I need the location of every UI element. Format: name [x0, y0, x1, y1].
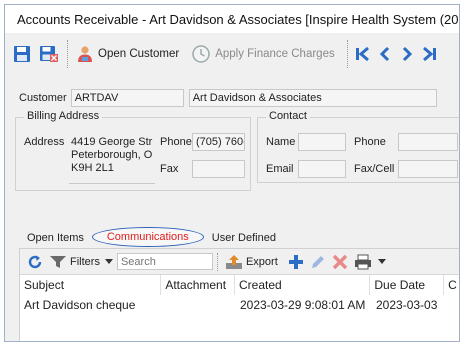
filter-icon: [50, 255, 66, 268]
search-input[interactable]: [116, 253, 213, 270]
address-line-2: Peterborough, O: [71, 149, 153, 161]
printer-icon: [354, 254, 371, 269]
tab-open-items[interactable]: Open Items: [19, 228, 92, 247]
customer-code-field[interactable]: ARTDAV: [70, 89, 184, 107]
chevron-left-icon: [379, 46, 389, 62]
refresh-icon: [28, 255, 42, 268]
contact-email-label: Email: [266, 163, 294, 175]
communications-grid: Subject Attachment Created Due Date C Ar…: [20, 275, 459, 315]
cell-attachment: [162, 295, 236, 315]
export-icon: [225, 254, 242, 269]
save-icon: [14, 46, 30, 62]
grid-header-row: Subject Attachment Created Due Date C: [20, 275, 459, 295]
previous-record-button[interactable]: [374, 40, 396, 68]
contact-faxcell-field[interactable]: [398, 160, 458, 178]
main-toolbar: Open Customer Apply Finance Charges: [5, 33, 459, 75]
phone-label: Phone: [160, 136, 192, 148]
customer-label: Customer: [19, 92, 67, 104]
delete-button[interactable]: [329, 251, 351, 273]
fax-field[interactable]: [192, 160, 245, 178]
window-title: Accounts Receivable - Art Davidson & Ass…: [17, 11, 460, 27]
open-customer-button[interactable]: Open Customer: [72, 40, 183, 68]
table-row[interactable]: Art Davidson cheque 2023-03-29 9:08:01 A…: [20, 295, 459, 315]
contact-faxcell-label: Fax/Cell: [354, 163, 395, 175]
customer-row: Customer ARTDAV Art Davidson & Associate…: [19, 89, 437, 107]
open-customer-label: Open Customer: [98, 48, 180, 60]
column-header-c[interactable]: C: [444, 275, 459, 295]
tab-strip: Open Items Communications User Defined: [19, 225, 284, 247]
next-record-button[interactable]: [396, 40, 418, 68]
contact-phone-label: Phone: [354, 136, 386, 148]
filters-button[interactable]: Filters: [46, 251, 103, 273]
cell-created: 2023-03-29 9:08:01 AM: [240, 298, 366, 312]
column-header-subject[interactable]: Subject: [20, 275, 162, 295]
save-close-button[interactable]: [35, 40, 63, 68]
address-field[interactable]: 4419 George Str Peterborough, O K9H 2L1: [69, 134, 155, 184]
filters-label: Filters: [70, 255, 100, 268]
toolbar-separator: [216, 252, 218, 271]
contact-name-field[interactable]: [298, 133, 346, 151]
tab-user-defined[interactable]: User Defined: [204, 228, 284, 247]
chevron-down-icon[interactable]: [104, 258, 113, 265]
add-button[interactable]: [285, 251, 307, 273]
contact-group: Contact Name Phone Email Fax/Cell: [257, 110, 459, 183]
phone-field[interactable]: (705) 760-: [192, 133, 245, 151]
column-header-attachment[interactable]: Attachment: [161, 275, 236, 295]
contact-title: Contact: [266, 110, 310, 122]
app-window: Accounts Receivable - Art Davidson & Ass…: [4, 4, 460, 342]
panel-toolbar: Filters Export: [20, 249, 459, 275]
export-button[interactable]: Export: [222, 251, 281, 273]
toolbar-separator: [67, 40, 68, 68]
save-button[interactable]: [9, 40, 35, 68]
apply-finance-charges-label: Apply Finance Charges: [215, 48, 335, 60]
chevron-right-icon: [402, 46, 412, 62]
last-record-button[interactable]: [418, 40, 440, 68]
plus-icon: [288, 254, 303, 269]
contact-email-field[interactable]: [298, 160, 346, 178]
contact-phone-field[interactable]: [398, 133, 458, 151]
customer-icon: [78, 46, 92, 62]
address-label: Address: [24, 136, 65, 148]
cell-due-date: 2023-03-03: [376, 298, 438, 312]
billing-address-title: Billing Address: [24, 110, 103, 122]
fax-label: Fax: [160, 163, 179, 175]
print-button[interactable]: [351, 251, 377, 273]
column-header-due-date[interactable]: Due Date: [370, 275, 445, 295]
edit-button[interactable]: [307, 251, 329, 273]
contact-name-label: Name: [266, 136, 296, 148]
export-label: Export: [245, 255, 278, 268]
first-record-button[interactable]: [352, 40, 374, 68]
cell-subject: Art Davidson cheque: [24, 298, 136, 312]
address-line-1: 4419 George Str: [71, 136, 153, 148]
customer-name-field[interactable]: Art Davidson & Associates: [188, 89, 437, 107]
address-line-3: K9H 2L1: [71, 162, 114, 174]
clock-icon: [192, 45, 210, 63]
save-close-icon: [40, 46, 58, 62]
delete-icon: [332, 254, 347, 269]
first-icon: [355, 46, 369, 62]
column-header-created[interactable]: Created: [235, 275, 371, 295]
last-icon: [422, 46, 436, 62]
title-bar: Accounts Receivable - Art Davidson & Ass…: [5, 5, 459, 33]
toolbar-separator: [346, 40, 348, 68]
billing-address-group: Billing Address Address 4419 George Str …: [15, 110, 251, 191]
pencil-icon: [311, 255, 324, 268]
tab-communications[interactable]: Communications: [91, 227, 204, 247]
communications-panel: Filters Export: [19, 248, 459, 341]
apply-finance-charges-button[interactable]: Apply Finance Charges: [187, 40, 339, 68]
print-dropdown-icon[interactable]: [377, 258, 386, 265]
refresh-button[interactable]: [24, 251, 46, 273]
